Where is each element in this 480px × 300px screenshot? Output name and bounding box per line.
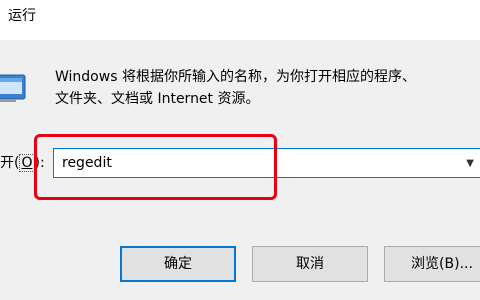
instruction-text: Windows 将根据你所输入的名称，为你打开相应的程序、 文件夹、文档或 In…	[55, 66, 480, 110]
open-label-prefix: 开(	[0, 155, 20, 171]
open-label-suffix: ):	[34, 155, 45, 171]
open-label-mnemonic: O	[19, 154, 35, 172]
run-program-icon	[0, 74, 26, 102]
window-title: 运行	[8, 8, 36, 24]
ok-button[interactable]: 确定	[120, 246, 236, 282]
title-bar: 运行	[0, 0, 480, 40]
browse-button[interactable]: 浏览(B)...	[384, 246, 480, 282]
cancel-button[interactable]: 取消	[252, 246, 368, 282]
instruction-line-2: 文件夹、文档或 Internet 资源。	[55, 91, 260, 107]
instruction-line-1: Windows 将根据你所输入的名称，为你打开相应的程序、	[55, 69, 416, 85]
chevron-down-icon[interactable]: ▼	[466, 158, 474, 169]
open-label: 开(O):	[0, 153, 45, 173]
open-command-value[interactable]: regedit	[62, 153, 112, 173]
open-command-combobox[interactable]: regedit ▼	[53, 148, 480, 178]
